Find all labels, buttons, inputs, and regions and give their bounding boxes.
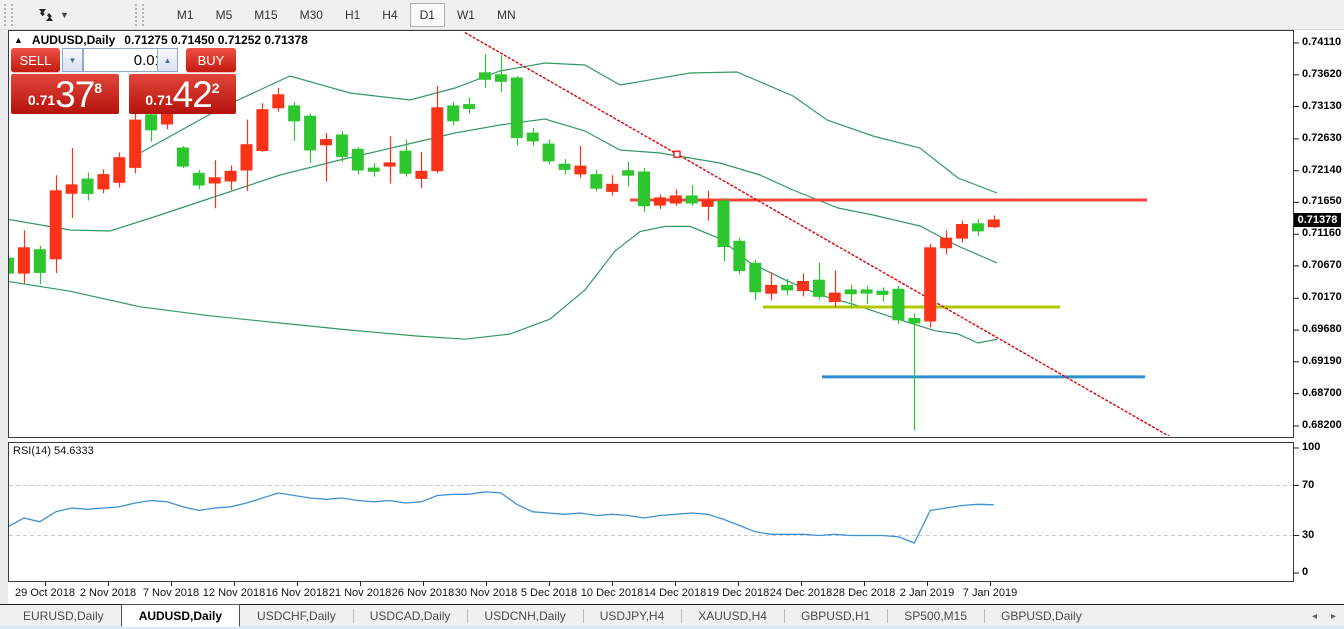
buy-button[interactable]: BUY [186, 48, 236, 73]
chart-tab-usdcnh[interactable]: USDCNH,Daily [467, 605, 582, 627]
chart-tab-xauusd[interactable]: XAUUSD,H4 [681, 605, 784, 627]
sell-button[interactable]: SELL [11, 48, 60, 73]
rsi-axis-label: 30 [1302, 529, 1314, 541]
buy-price-button[interactable]: 0.71422 [129, 74, 236, 114]
price-axis-label: 0.68200 [1302, 419, 1342, 431]
rsi-plot-layer [8, 486, 1292, 544]
date-axis-label: 10 Dec 2018 [581, 587, 643, 599]
chart-tab-eurusd[interactable]: EURUSD,Daily [6, 605, 121, 627]
price-axis-label: 0.70170 [1302, 291, 1342, 303]
rsi-axis-label: 100 [1302, 441, 1320, 453]
buy-price-big: 42 [173, 78, 212, 112]
date-axis-label: 14 Dec 2018 [644, 587, 706, 599]
sell-price-big: 37 [55, 78, 94, 112]
one-click-trading-panel: SELL ▼ ▲ BUY 0.71378 0.71422 [8, 46, 240, 116]
price-axis-label: 0.72630 [1302, 132, 1342, 144]
sell-price-prefix: 0.71 [28, 92, 55, 108]
price-axis-label: 0.71650 [1302, 195, 1342, 207]
date-axis-label: 28 Dec 2018 [833, 587, 895, 599]
chart-tab-usdjpy[interactable]: USDJPY,H4 [583, 605, 681, 627]
trendline-midpoint-handle[interactable] [674, 151, 680, 157]
chart-tab-gbpusd[interactable]: GBPUSD,H1 [784, 605, 887, 627]
rsi-indicator-label: RSI(14) 54.6333 [13, 445, 94, 457]
chart-tab-usdcad[interactable]: USDCAD,Daily [353, 605, 468, 627]
date-axis-label: 29 Oct 2018 [15, 587, 75, 599]
date-axis-label: 16 Nov 2018 [266, 587, 328, 599]
bollinger-middle-band [0, 119, 997, 263]
chart-tab-sp500[interactable]: SP500,M15 [887, 605, 984, 627]
price-axis-label: 0.73130 [1302, 100, 1342, 112]
current-price-tag: 0.71378 [1294, 213, 1341, 227]
chart-symbol-label: AUDUSD,Daily [32, 33, 115, 47]
tabs-scroll-right-icon[interactable]: ▸ [1331, 611, 1336, 622]
date-axis-label: 7 Jan 2019 [963, 587, 1017, 599]
chart-title: ▲ AUDUSD,Daily 0.71275 0.71450 0.71252 0… [14, 33, 308, 47]
date-axis-label: 19 Dec 2018 [707, 587, 769, 599]
price-axis-label: 0.70670 [1302, 259, 1342, 271]
volume-increase-button[interactable]: ▲ [157, 48, 178, 72]
date-axis-label: 26 Nov 2018 [392, 587, 454, 599]
rsi-axis-label: 70 [1302, 479, 1314, 491]
price-axis-label: 0.72140 [1302, 164, 1342, 176]
date-axis-label: 30 Nov 2018 [455, 587, 517, 599]
sell-price-pip: 8 [94, 80, 102, 96]
rsi-axis-label: 0 [1302, 566, 1308, 578]
price-axis-label: 0.74110 [1302, 36, 1341, 48]
tabs-scroll-left-icon[interactable]: ◂ [1312, 611, 1317, 622]
buy-price-pip: 2 [212, 80, 220, 96]
buy-price-prefix: 0.71 [145, 92, 172, 108]
date-axis-label: 7 Nov 2018 [143, 587, 199, 599]
bollinger-upper-band [140, 63, 997, 193]
price-axis-label: 0.69680 [1302, 323, 1342, 335]
chart-tab-gbpusd[interactable]: GBPUSD,Daily [984, 605, 1099, 627]
bollinger-lower-band [0, 226, 997, 343]
date-axis-label: 2 Jan 2019 [900, 587, 954, 599]
price-axis-label: 0.71160 [1302, 227, 1341, 239]
volume-decrease-button[interactable]: ▼ [62, 48, 83, 72]
chart-tab-bar: EURUSD,DailyAUDUSD,DailyUSDCHF,DailyUSDC… [0, 604, 1344, 627]
date-axis-label: 5 Dec 2018 [521, 587, 577, 599]
date-axis-label: 24 Dec 2018 [770, 587, 832, 599]
price-axis-label: 0.73620 [1302, 68, 1342, 80]
rsi-plot-border [9, 443, 1294, 582]
date-axis-label: 2 Nov 2018 [80, 587, 136, 599]
date-axis-label: 12 Nov 2018 [203, 587, 265, 599]
price-axis-label: 0.69190 [1302, 355, 1342, 367]
date-axis-label: 21 Nov 2018 [329, 587, 391, 599]
chart-tab-usdchf[interactable]: USDCHF,Daily [240, 605, 353, 627]
collapse-triangle-icon[interactable]: ▲ [14, 35, 23, 45]
chart-ohlc-values: 0.71275 0.71450 0.71252 0.71378 [124, 33, 308, 47]
price-axis-label: 0.68700 [1302, 387, 1342, 399]
sell-price-button[interactable]: 0.71378 [11, 74, 119, 114]
trendline-object[interactable] [465, 33, 1175, 440]
chart-tab-audusd[interactable]: AUDUSD,Daily [121, 604, 240, 627]
